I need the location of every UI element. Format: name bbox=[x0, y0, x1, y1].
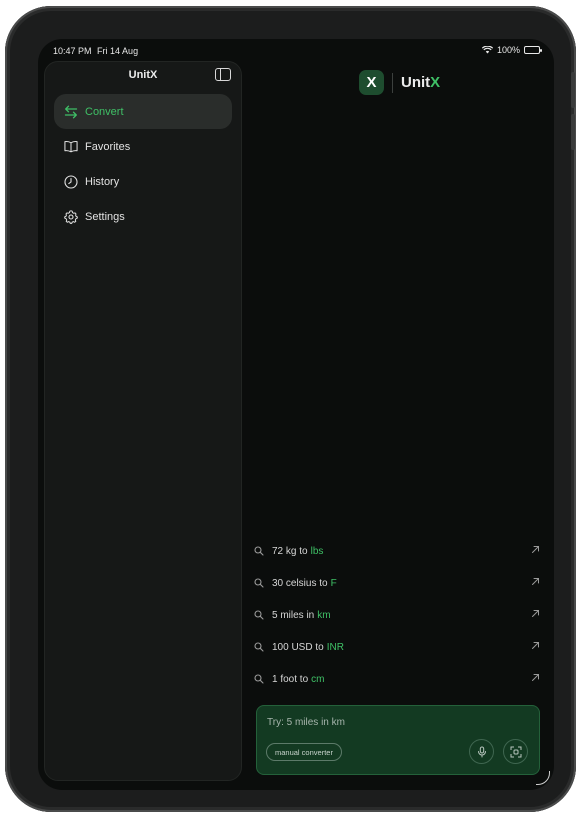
wifi-icon bbox=[481, 46, 493, 54]
status-time: 10:47 PM bbox=[53, 46, 92, 56]
suggestion-unit: F bbox=[330, 577, 337, 589]
book-icon bbox=[64, 140, 78, 154]
sidebar-item-history[interactable]: History bbox=[54, 164, 232, 199]
suggestion-unit: INR bbox=[326, 641, 344, 653]
logo-text: UnitX bbox=[401, 74, 440, 91]
screen: 10:47 PM Fri 14 Aug 100% UnitX Convert F… bbox=[38, 39, 554, 790]
suggestion-item[interactable]: 30 celsius to F bbox=[254, 567, 544, 599]
arrow-up-right-icon bbox=[532, 674, 539, 681]
sidebar-nav: Convert Favorites History Settings bbox=[54, 94, 232, 234]
sidebar-item-label: Favorites bbox=[85, 140, 131, 153]
suggestion-unit: cm bbox=[311, 673, 325, 685]
suggestion-item[interactable]: 5 miles in km bbox=[254, 599, 544, 631]
microphone-button[interactable] bbox=[469, 739, 494, 764]
arrow-up-right-icon bbox=[532, 642, 539, 649]
search-icon bbox=[254, 674, 266, 684]
suggestion-item[interactable]: 72 kg to lbs bbox=[254, 535, 544, 567]
suggestion-text: 72 kg to bbox=[272, 545, 308, 557]
arrow-up-right-icon bbox=[532, 578, 539, 585]
app-logo: X UnitX bbox=[359, 70, 440, 95]
sidebar-item-label: History bbox=[85, 175, 120, 188]
suggestion-unit: km bbox=[317, 609, 331, 621]
suggestion-text: 30 celsius to bbox=[272, 577, 328, 589]
status-bar: 10:47 PM Fri 14 Aug 100% bbox=[38, 39, 554, 61]
suggestion-text: 5 miles in bbox=[272, 609, 315, 621]
arrow-up-right-icon bbox=[532, 610, 539, 617]
volume-up-button bbox=[571, 72, 575, 108]
query-input-card[interactable]: Try: 5 miles in km manual converter bbox=[256, 705, 540, 775]
clock-icon bbox=[64, 174, 78, 189]
query-input[interactable]: Try: 5 miles in km bbox=[267, 717, 345, 728]
sidebar-item-favorites[interactable]: Favorites bbox=[54, 129, 232, 164]
scan-button[interactable] bbox=[503, 739, 528, 764]
microphone-icon bbox=[477, 746, 486, 757]
sidebar: UnitX Convert Favorites History Settings bbox=[44, 61, 242, 781]
search-icon bbox=[254, 578, 266, 588]
volume-down-button bbox=[571, 114, 575, 150]
gear-icon bbox=[64, 209, 78, 224]
suggestion-unit: lbs bbox=[310, 545, 324, 557]
logo-mark: X bbox=[359, 70, 384, 95]
sidebar-item-settings[interactable]: Settings bbox=[54, 199, 232, 234]
logo-divider bbox=[392, 72, 393, 93]
arrows-swap-icon bbox=[64, 105, 78, 119]
search-icon bbox=[254, 610, 266, 620]
suggestion-list: 72 kg to lbs 30 celsius to F 5 miles in km … bbox=[254, 535, 544, 695]
sidebar-toggle-icon[interactable] bbox=[215, 68, 231, 81]
sidebar-item-label: Settings bbox=[85, 210, 125, 223]
scan-icon bbox=[510, 746, 521, 757]
sidebar-title: UnitX bbox=[128, 69, 158, 81]
resize-corner-indicator bbox=[536, 771, 550, 785]
arrow-up-right-icon bbox=[532, 546, 539, 553]
brand-main: Unit bbox=[401, 74, 431, 91]
manual-converter-chip[interactable]: manual converter bbox=[266, 743, 342, 761]
sidebar-item-convert[interactable]: Convert bbox=[54, 94, 232, 129]
sidebar-item-label: Convert bbox=[85, 105, 124, 118]
suggestion-item[interactable]: 100 USD to INR bbox=[254, 631, 544, 663]
search-icon bbox=[254, 642, 266, 652]
suggestion-text: 1 foot to bbox=[272, 673, 309, 685]
ipad-frame: 10:47 PM Fri 14 Aug 100% UnitX Convert F… bbox=[5, 6, 576, 812]
status-date: Fri 14 Aug bbox=[97, 46, 139, 56]
search-icon bbox=[254, 546, 266, 556]
suggestion-text: 100 USD to bbox=[272, 641, 324, 653]
suggestion-item[interactable]: 1 foot to cm bbox=[254, 663, 544, 695]
battery-percentage: 100% bbox=[496, 45, 520, 55]
battery-icon bbox=[524, 46, 542, 54]
brand-accent: X bbox=[430, 74, 441, 91]
